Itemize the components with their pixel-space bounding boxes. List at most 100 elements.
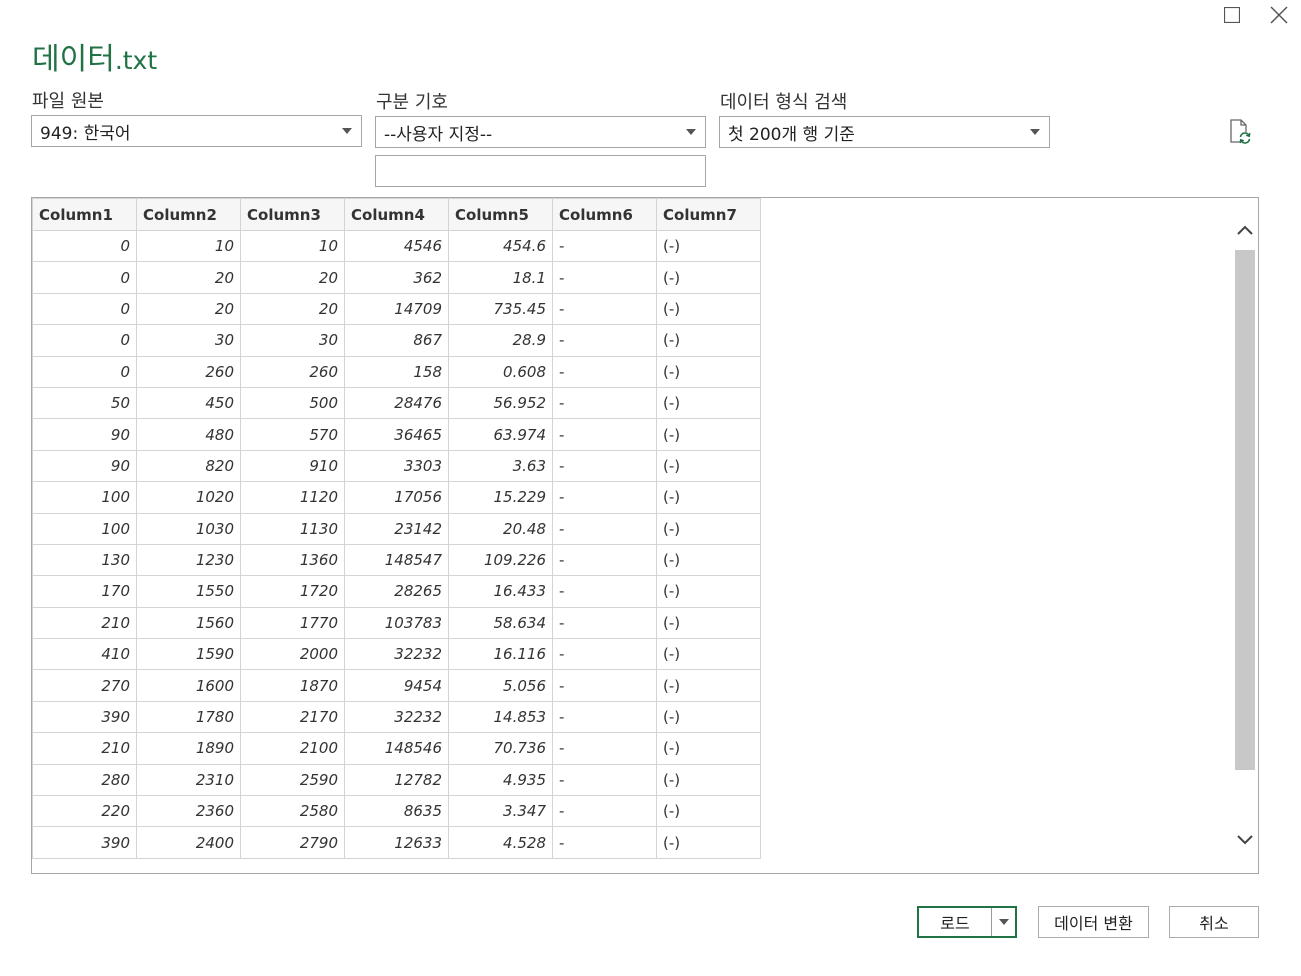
table-cell: - [552, 543, 657, 577]
table-cell: 210 [32, 606, 137, 640]
table-row: 390 1780 2170 32232 14.853- (-) [32, 700, 761, 734]
table-row: 0 260 260 158 0.608- (-) [32, 355, 761, 388]
table-cell: 30 [136, 324, 241, 357]
table-row: 0 20 20 362 18.1- (-) [32, 261, 761, 294]
column-header[interactable]: Column5 [448, 198, 553, 231]
transform-data-button[interactable]: 데이터 변환 [1038, 906, 1149, 938]
chevron-down-icon [342, 128, 352, 134]
chevron-down-icon [1237, 835, 1253, 845]
table-cell: 0 [32, 324, 137, 357]
table-row: 390 2400 2790 12633 4.528- (-) [32, 826, 761, 859]
table-cell: 1120 [240, 481, 345, 514]
table-cell: 1030 [136, 512, 241, 545]
table-cell: 170 [32, 575, 137, 608]
load-button[interactable]: 로드 [919, 908, 992, 936]
dialog-title: 데이터.txt [32, 34, 157, 78]
table-cell: (-) [656, 386, 761, 420]
title-extension: .txt [114, 46, 158, 75]
table-row: 90 480 570 36465 63.974- (-) [32, 418, 761, 451]
table-row: 0 20 20 14709 735.45- (-) [32, 292, 761, 326]
table-cell: 362 [344, 261, 449, 294]
table-cell: - [552, 575, 657, 608]
table-cell: 17056 [344, 481, 449, 514]
table-cell: 148546 [344, 732, 449, 765]
table-cell: 2170 [240, 700, 345, 734]
table-cell: 16.433 [448, 575, 553, 608]
column-header[interactable]: Column4 [344, 198, 449, 231]
table-cell: 1720 [240, 575, 345, 608]
table-cell: (-) [656, 669, 761, 702]
custom-delimiter-input[interactable] [375, 155, 706, 187]
table-cell: 0.608 [448, 355, 553, 388]
table-cell: - [552, 700, 657, 734]
table-cell: 260 [240, 355, 345, 388]
data-preview-panel: Column1 Column2 Column3 Column4 Column5 … [31, 197, 1259, 874]
table-cell: 450 [136, 386, 241, 420]
table-cell: 390 [32, 826, 137, 859]
table-row: 100 1020 1120 17056 15.229- (-) [32, 481, 761, 514]
table-cell: 28265 [344, 575, 449, 608]
table-row: 90 820 910 3303 3.63- (-) [32, 449, 761, 483]
table-cell: 0 [32, 261, 137, 294]
table-cell: 910 [240, 449, 345, 483]
table-cell: 32232 [344, 700, 449, 734]
table-cell: 2100 [240, 732, 345, 765]
table-cell: 20 [136, 292, 241, 326]
type-detection-dropdown[interactable]: 첫 200개 행 기준 [719, 116, 1050, 148]
table-cell: 20 [240, 261, 345, 294]
table-cell: 260 [136, 355, 241, 388]
scroll-down-button[interactable] [1233, 830, 1257, 850]
table-cell: 9454 [344, 669, 449, 702]
type-detection-label: 데이터 형식 검색 [720, 92, 848, 113]
column-header[interactable]: Column3 [240, 198, 345, 231]
table-cell: 1870 [240, 669, 345, 702]
table-cell: (-) [656, 261, 761, 294]
load-options-button[interactable] [992, 908, 1015, 936]
table-cell: - [552, 355, 657, 388]
delimiter-dropdown[interactable]: --사용자 지정-- [375, 116, 706, 148]
table-cell: (-) [656, 638, 761, 671]
table-cell: 270 [32, 669, 137, 702]
table-cell: 50 [32, 386, 137, 420]
table-cell: 36465 [344, 418, 449, 451]
file-origin-dropdown[interactable]: 949: 한국어 [31, 115, 362, 147]
chevron-up-icon [1237, 225, 1253, 235]
table-cell: - [552, 449, 657, 483]
table-cell: 28.9 [448, 324, 553, 357]
table-cell: 735.45 [448, 292, 553, 326]
table-cell: - [552, 826, 657, 859]
table-cell: 16.116 [448, 638, 553, 671]
table-cell: 4.528 [448, 826, 553, 859]
table-cell: 2580 [240, 795, 345, 828]
table-row: 410 1590 2000 32232 16.116- (-) [32, 638, 761, 671]
table-cell: - [552, 418, 657, 451]
table-cell: - [552, 229, 657, 263]
table-cell: 8635 [344, 795, 449, 828]
column-header[interactable]: Column7 [656, 198, 761, 231]
cancel-button[interactable]: 취소 [1169, 906, 1259, 938]
maximize-button[interactable] [1219, 2, 1245, 28]
table-cell: (-) [656, 795, 761, 828]
close-button[interactable] [1266, 2, 1292, 28]
table-cell: 130 [32, 543, 137, 577]
table-cell: - [552, 481, 657, 514]
table-cell: (-) [656, 700, 761, 734]
refresh-file-icon[interactable] [1228, 118, 1254, 146]
vertical-scrollbar-thumb[interactable] [1235, 250, 1255, 770]
table-cell: 500 [240, 386, 345, 420]
file-origin-label: 파일 원본 [32, 91, 104, 112]
table-cell: 15.229 [448, 481, 553, 514]
table-cell: 2590 [240, 763, 345, 797]
table-row: 220 2360 2580 8635 3.347- (-) [32, 795, 761, 828]
table-cell: 280 [32, 763, 137, 797]
column-header[interactable]: Column6 [552, 198, 657, 231]
column-header[interactable]: Column1 [32, 198, 137, 231]
table-cell: - [552, 638, 657, 671]
column-header[interactable]: Column2 [136, 198, 241, 231]
table-cell: 109.226 [448, 543, 553, 577]
scroll-up-button[interactable] [1233, 220, 1257, 240]
table-cell: 1130 [240, 512, 345, 545]
table-cell: 0 [32, 355, 137, 388]
table-cell: 220 [32, 795, 137, 828]
table-cell: 100 [32, 481, 137, 514]
